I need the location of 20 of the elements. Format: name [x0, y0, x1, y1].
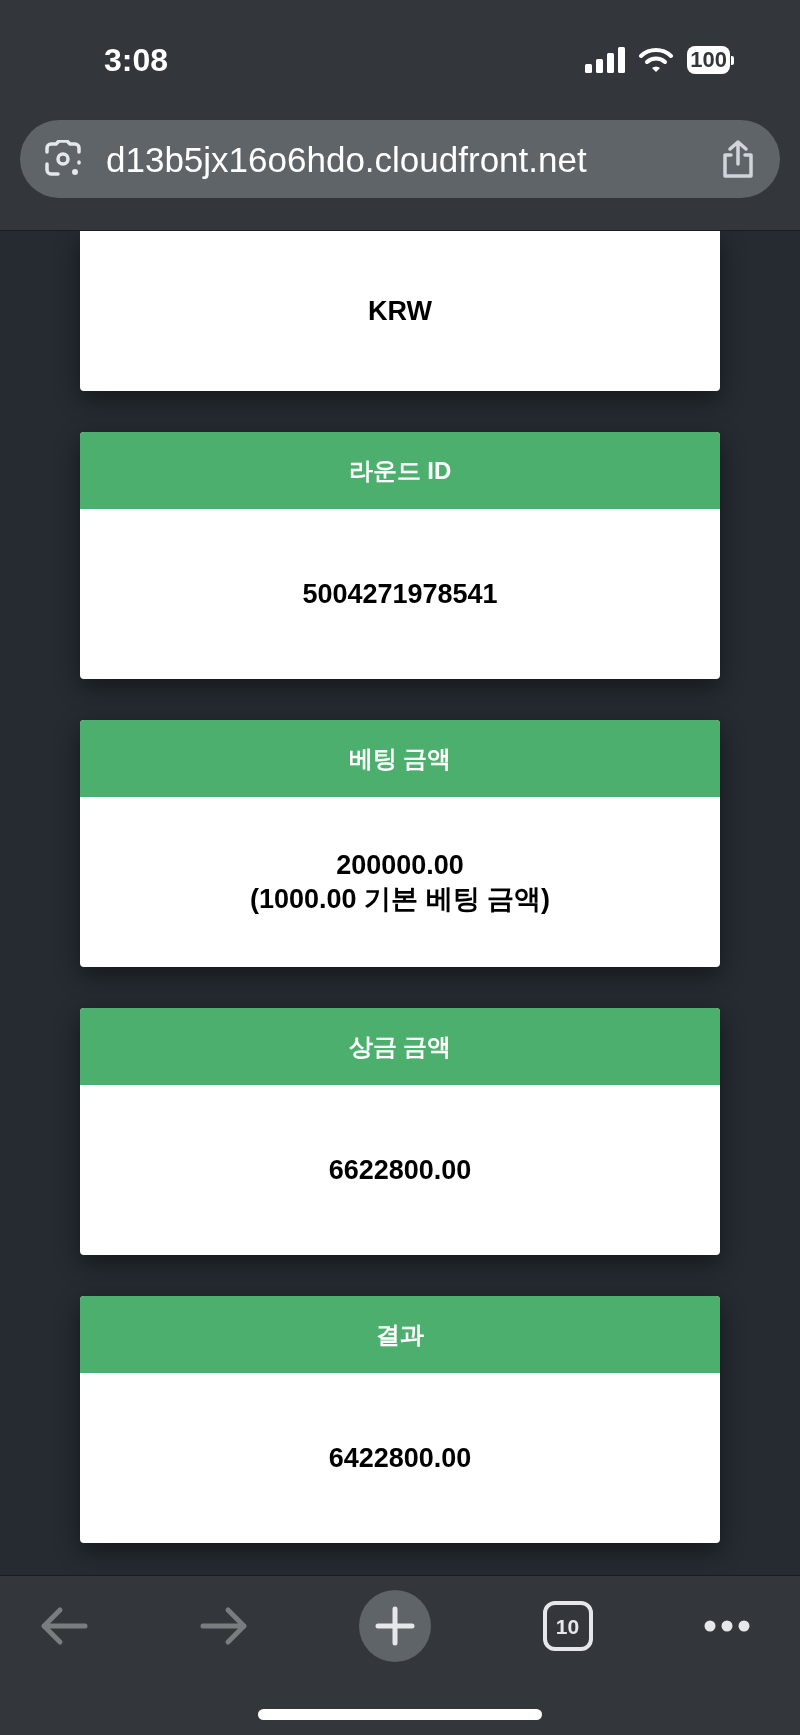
plus-icon	[375, 1606, 415, 1646]
card-value: KRW	[368, 295, 432, 328]
signal-icon	[585, 47, 626, 73]
card-title: 결과	[376, 1319, 424, 1350]
card-value: 200000.00	[336, 849, 464, 882]
card-value: 6422800.00	[328, 1442, 472, 1475]
wifi-icon	[639, 47, 674, 73]
card-title: 라운드 ID	[348, 455, 452, 486]
card-title: 베팅 금액	[348, 743, 452, 774]
card-value: 6622800.00	[328, 1154, 472, 1187]
share-icon[interactable]	[720, 139, 756, 179]
camera-scan-icon[interactable]	[44, 140, 82, 178]
card-title: 상금 금액	[348, 1031, 452, 1062]
card-value: (1000.00 기본 베팅 금액)	[249, 883, 551, 916]
card-value: 5004271978541	[302, 578, 498, 611]
more-icon[interactable]	[704, 1620, 750, 1632]
address-bar[interactable]: d13b5jx16o6hdo.cloudfront.net	[20, 120, 780, 198]
tab-count-button[interactable]: 10	[542, 1601, 593, 1651]
url-text[interactable]: d13b5jx16o6hdo.cloudfront.net	[106, 141, 696, 177]
status-time: 3:08	[104, 41, 169, 80]
